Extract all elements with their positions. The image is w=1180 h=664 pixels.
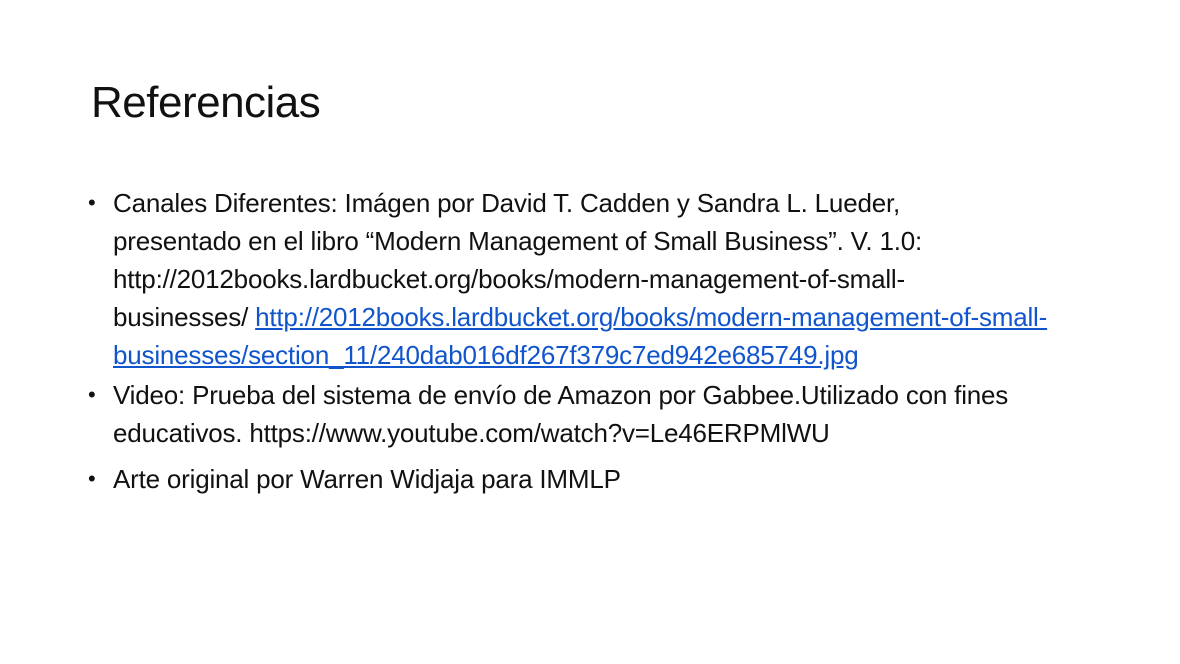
reference-2-text: Video: Prueba del sistema de envío de Am… (113, 380, 1009, 448)
reference-item-3: • Arte original por Warren Widjaja para … (88, 460, 1098, 498)
slide-title: Referencias (91, 78, 321, 127)
reference-1-line-1: Canales Diferentes: Imágen por David T. … (113, 188, 901, 218)
references-list: • Canales Diferentes: Imágen por David T… (88, 184, 1098, 498)
bullet-icon: • (88, 190, 96, 215)
reference-1-line-3: http://2012books.lardbucket.org/books/mo… (113, 264, 905, 294)
reference-1-line-2: presentado en el libro “Modern Managemen… (113, 226, 923, 256)
bullet-icon: • (88, 382, 96, 407)
slide: Referencias • Canales Diferentes: Imágen… (0, 0, 1180, 664)
bullet-icon: • (88, 466, 96, 491)
reference-item-1: • Canales Diferentes: Imágen por David T… (88, 184, 1098, 374)
reference-item-2: • Video: Prueba del sistema de envío de … (88, 376, 1098, 452)
reference-1-line-4: businesses/ (113, 302, 256, 332)
reference-3-text: Arte original por Warren Widjaja para IM… (113, 464, 621, 494)
